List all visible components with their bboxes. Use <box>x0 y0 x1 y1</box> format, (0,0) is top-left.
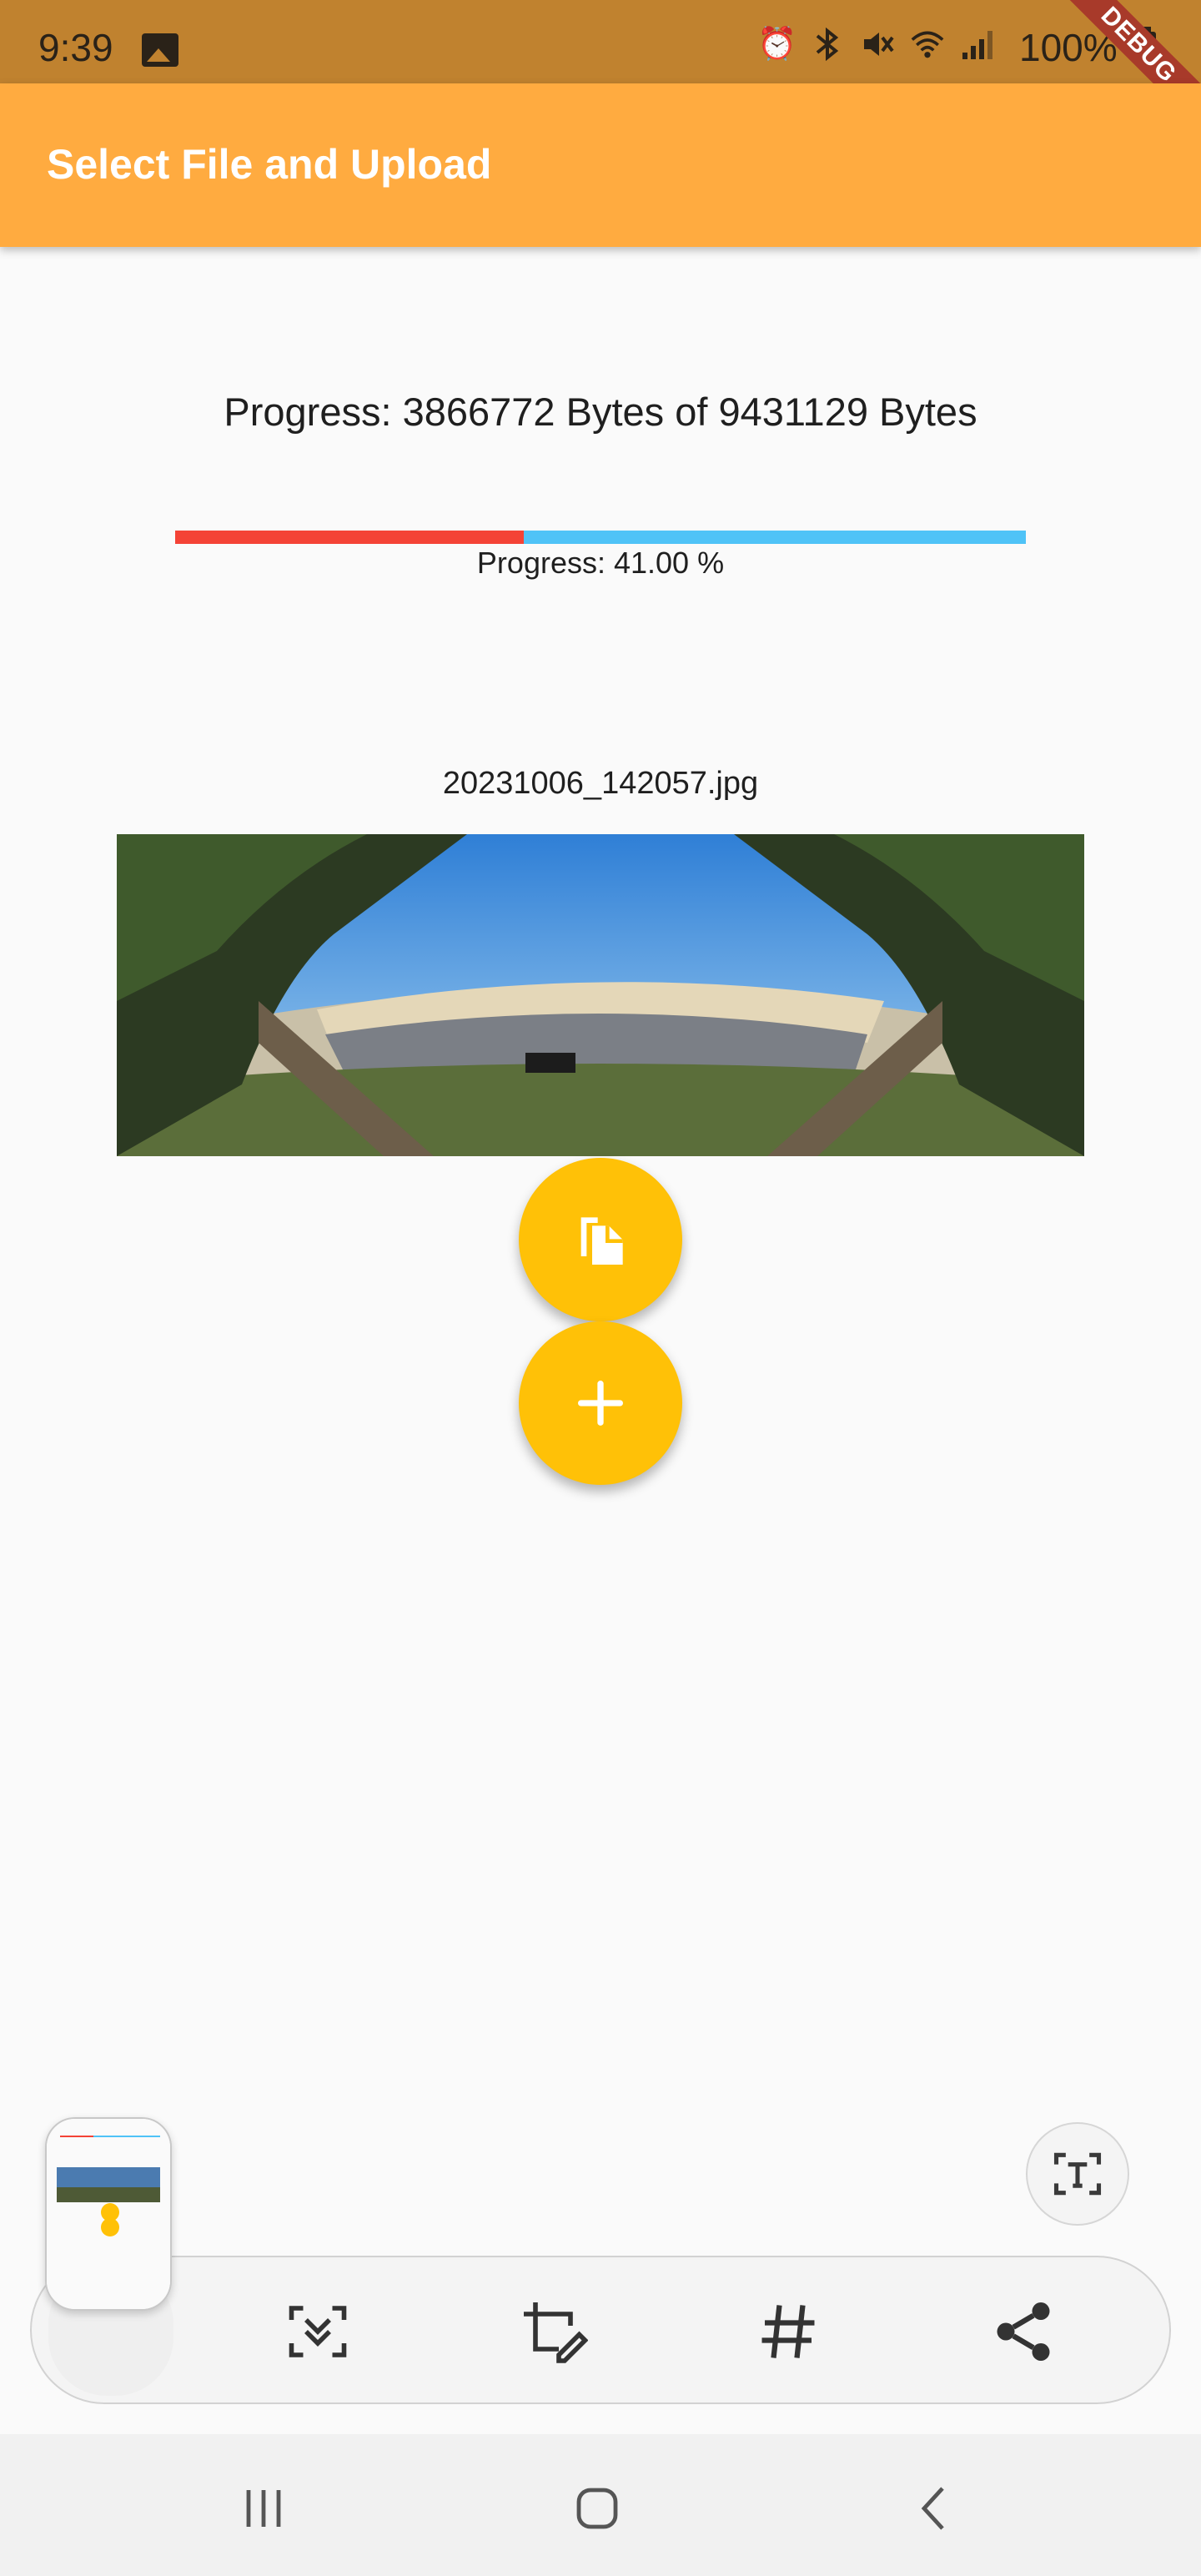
scroll-capture-button[interactable] <box>282 2296 354 2367</box>
file-copy-icon <box>580 1217 623 1265</box>
copy-file-button[interactable] <box>519 1158 682 1321</box>
wifi-icon <box>911 28 944 61</box>
crop-edit-icon <box>524 2302 588 2363</box>
upload-progress-bar <box>175 531 1026 544</box>
add-button[interactable] <box>519 1321 682 1485</box>
recent-apps-icon <box>246 2490 281 2527</box>
back-button[interactable] <box>902 2479 969 2538</box>
text-extract-icon <box>1053 2152 1102 2196</box>
recent-apps-button[interactable] <box>230 2479 297 2538</box>
home-icon <box>576 2488 618 2529</box>
status-bar: 9:39 ⏰ 100% DEBUG <box>0 0 1201 125</box>
hashtag-icon <box>761 2305 815 2358</box>
share-icon <box>997 2302 1050 2361</box>
plus-icon <box>578 1381 623 1426</box>
progress-bytes-label: Progress: 3866772 Bytes of 9431129 Bytes <box>224 390 977 434</box>
selected-file-name: 20231006_142057.jpg <box>442 766 759 801</box>
page-title: Select File and Upload <box>47 141 492 188</box>
screenshot-toolbar <box>30 2256 1171 2404</box>
scroll-capture-icon <box>289 2306 347 2357</box>
status-time: 9:39 <box>38 26 113 69</box>
mute-icon <box>861 28 894 61</box>
selected-image-preview <box>117 834 1084 1156</box>
navigation-bar <box>0 2434 1201 2576</box>
progress-percent-label: Progress: 41.00 % <box>476 546 725 580</box>
alarm-icon: ⏰ <box>757 27 797 62</box>
signal-icon <box>961 28 994 61</box>
screenshot-thumbnail[interactable] <box>45 2117 172 2311</box>
status-icons: ⏰ <box>757 23 994 65</box>
thumbnail-preview <box>47 2119 170 2309</box>
app-bar: Select File and Upload <box>0 83 1201 247</box>
text-extract-button[interactable] <box>1026 2122 1129 2226</box>
crop-edit-button[interactable] <box>517 2296 589 2367</box>
share-button[interactable] <box>987 2296 1059 2367</box>
bluetooth-icon <box>811 28 844 61</box>
upload-progress-fill <box>175 531 525 544</box>
hashtag-button[interactable] <box>752 2296 824 2367</box>
home-button[interactable] <box>564 2479 631 2538</box>
back-icon <box>921 2487 944 2530</box>
gallery-icon <box>142 33 178 67</box>
